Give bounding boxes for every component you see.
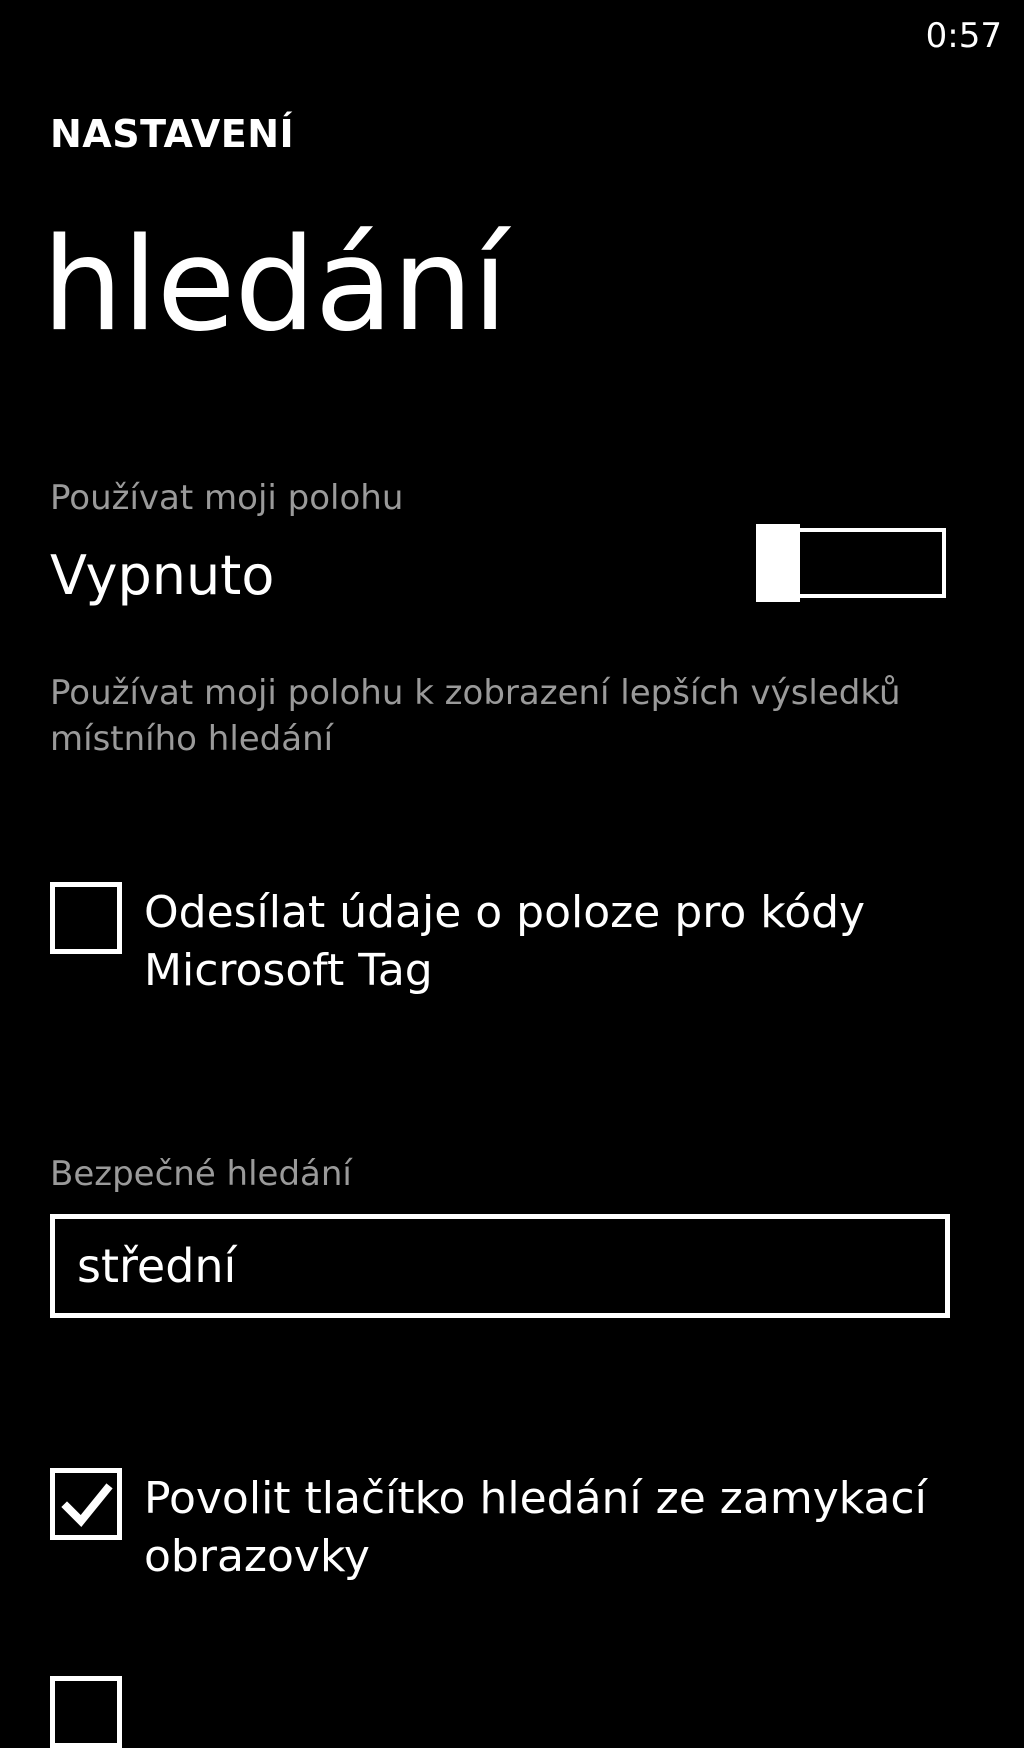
safe-search-value: střední <box>77 1239 237 1293</box>
page-title: hledání <box>42 211 508 360</box>
microsoft-tag-label[interactable]: Odesílat údaje o poloze pro kódy Microso… <box>144 884 974 1000</box>
location-description: Používat moji polohu k zobrazení lepších… <box>50 673 901 759</box>
status-time: 0:57 <box>925 16 1002 56</box>
safe-search-select[interactable]: střední <box>50 1214 950 1318</box>
lock-screen-search-checkbox[interactable] <box>50 1468 122 1540</box>
location-label: Používat moji polohu <box>50 478 404 518</box>
partial-checkbox[interactable] <box>50 1676 122 1748</box>
checkmark-icon <box>61 1483 113 1527</box>
app-title: NASTAVENÍ <box>50 112 295 156</box>
microsoft-tag-checkbox[interactable] <box>50 882 122 954</box>
lock-screen-search-label[interactable]: Povolit tlačítko hledání ze zamykací obr… <box>144 1470 974 1586</box>
location-value: Vypnuto <box>50 544 275 607</box>
toggle-thumb[interactable] <box>756 524 800 602</box>
safe-search-label: Bezpečné hledání <box>50 1154 352 1194</box>
location-toggle[interactable] <box>756 524 946 602</box>
